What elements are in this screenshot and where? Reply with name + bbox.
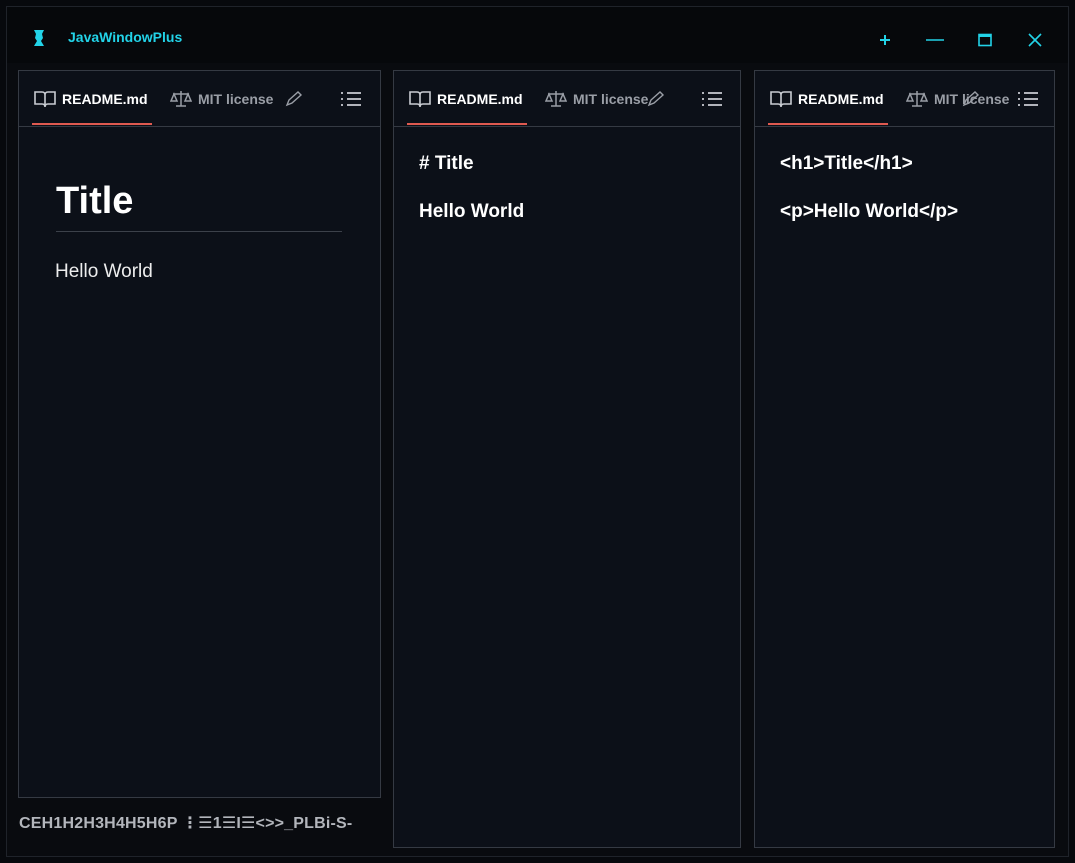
scales-icon (906, 91, 928, 107)
add-window-button[interactable] (873, 29, 897, 51)
markdown-line[interactable]: # Title (419, 153, 474, 175)
tab-label: README.md (798, 91, 884, 107)
book-icon (770, 91, 792, 108)
tab-readme[interactable]: README.md (407, 89, 527, 125)
close-icon (1028, 33, 1042, 47)
book-icon (409, 91, 431, 108)
markdown-line[interactable]: Hello World (419, 201, 524, 223)
html-line[interactable]: <p>Hello World</p> (780, 201, 958, 223)
list-menu-icon[interactable] (340, 90, 362, 108)
tab-label: README.md (62, 91, 148, 107)
preview-heading: Title (56, 179, 342, 232)
markdown-source-pane: README.md MIT license # Title Hello Worl… (393, 70, 741, 848)
html-line[interactable]: <h1>Title</h1> (780, 153, 913, 175)
app-logo-icon (34, 30, 44, 46)
app-window: JavaWindowPlus README.md MIT license Tit… (6, 6, 1069, 857)
tab-bar: README.md MIT license (19, 71, 380, 127)
pencil-icon[interactable] (647, 91, 665, 107)
tab-label: MIT license (198, 91, 274, 107)
scales-icon (545, 91, 567, 107)
pencil-icon[interactable] (962, 91, 980, 107)
title-bar[interactable]: JavaWindowPlus (7, 7, 1068, 63)
minimize-icon (926, 39, 944, 41)
pencil-icon[interactable] (285, 91, 303, 107)
list-menu-icon[interactable] (701, 90, 723, 108)
scales-icon (170, 91, 192, 107)
tab-readme[interactable]: README.md (768, 89, 888, 125)
html-source-pane: README.md MIT license <h1>Title</h1> <p>… (754, 70, 1055, 848)
plus-icon (880, 35, 890, 45)
maximize-button[interactable] (973, 29, 997, 51)
preview-pane: README.md MIT license Title Hello World (18, 70, 381, 798)
preview-paragraph: Hello World (55, 261, 153, 282)
tab-label: README.md (437, 91, 523, 107)
tab-mit-license[interactable]: MIT license (545, 89, 648, 125)
tab-mit-license[interactable]: MIT license (906, 89, 1009, 125)
tab-bar: README.md MIT license (394, 71, 740, 127)
book-icon (34, 91, 56, 108)
minimize-button[interactable] (923, 29, 947, 51)
list-menu-icon[interactable] (1017, 90, 1039, 108)
tab-mit-license[interactable]: MIT license (170, 89, 273, 125)
close-button[interactable] (1023, 29, 1047, 51)
tab-label: MIT license (573, 91, 649, 107)
app-title: JavaWindowPlus (68, 29, 183, 45)
tab-bar: README.md MIT license (755, 71, 1054, 127)
maximize-icon (978, 33, 992, 47)
tab-readme[interactable]: README.md (32, 89, 152, 125)
markdown-toolbar[interactable]: CEH1H2H3H4H5H6P ⋮☰1☰I☰<>>_PLBi-S- (19, 813, 352, 833)
